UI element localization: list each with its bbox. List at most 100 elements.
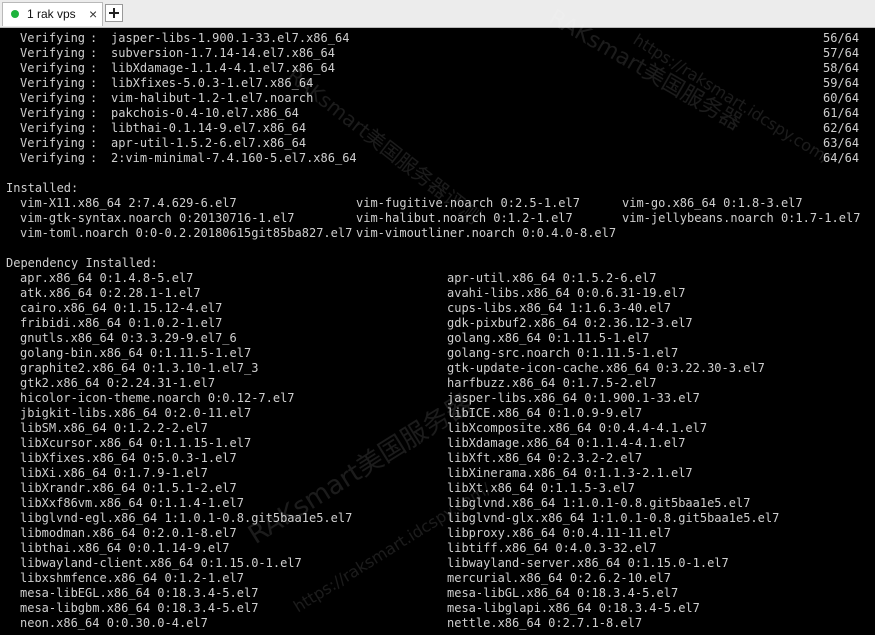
dependency-package: libtiff.x86_64 0:4.0.3-32.el7 [447, 541, 657, 555]
verify-package: subversion-1.7.14-14.el7.x86_64 [111, 46, 335, 60]
verify-line: Verifying: apr-util-1.5.2-6.el7.x86_64 63/… [6, 136, 866, 151]
verify-colon: : [90, 61, 98, 75]
dependency-package: libXinerama.x86_64 0:1.1.3-2.1.el7 [447, 466, 693, 480]
tab-rak-vps[interactable]: 1 rak vps × [2, 2, 103, 26]
verify-label: Verifying [20, 151, 86, 165]
dependency-package: mesa-libglapi.x86_64 0:18.3.4-5.el7 [447, 601, 700, 615]
installed-line: vim-X11.x86_64 2:7.4.629-6.el7 vim-fugiti… [6, 196, 866, 211]
dependency-line: cairo.x86_64 0:1.15.12-4.el7 cups-libs.x8… [6, 301, 866, 316]
dependency-line: libXxf86vm.x86_64 0:1.1.4-1.el7 libglvnd.… [6, 496, 866, 511]
verify-label: Verifying [20, 106, 86, 120]
verify-line: Verifying: subversion-1.7.14-14.el7.x86_6… [6, 46, 866, 61]
tab-close-icon[interactable]: × [89, 6, 97, 22]
verify-colon: : [90, 136, 98, 150]
dependency-line: apr.x86_64 0:1.4.8-5.el7 apr-util.x86_64 … [6, 271, 866, 286]
dependency-package: gnutls.x86_64 0:3.3.29-9.el7_6 [20, 331, 237, 345]
dependency-line: libwayland-client.x86_64 0:1.15.0-1.el7 l… [6, 556, 866, 571]
dependency-line: gnutls.x86_64 0:3.3.29-9.el7_6 golang.x86… [6, 331, 866, 346]
verify-package: libXdamage-1.1.4-4.1.el7.x86_64 [111, 61, 335, 75]
dependency-package: nettle.x86_64 0:2.7.1-8.el7 [447, 616, 643, 630]
verify-line: Verifying: libXfixes-5.0.3-1.el7.x86_64 59… [6, 76, 866, 91]
dependency-line: libXi.x86_64 0:1.7.9-1.el7 libXinerama.x8… [6, 466, 866, 481]
dependency-package: libglvnd-glx.x86_64 1:1.0.1-0.8.git5baa1… [447, 511, 780, 525]
dependency-package: libXdamage.x86_64 0:1.1.4-4.1.el7 [447, 436, 686, 450]
verify-progress: 62/64 [823, 121, 860, 135]
verify-label: Verifying [20, 76, 86, 90]
dependency-package: atk.x86_64 0:2.28.1-1.el7 [20, 286, 201, 300]
tab-bar: 1 rak vps × [0, 0, 875, 28]
verify-line: Verifying: libXdamage-1.1.4-4.1.el7.x86_6… [6, 61, 866, 76]
verify-line: Verifying: jasper-libs-1.900.1-33.el7.x86… [6, 31, 866, 46]
verify-progress: 59/64 [823, 76, 860, 90]
installed-line: vim-toml.noarch 0:0-0.2.20180615git85ba8… [6, 226, 866, 241]
dependency-package: libSM.x86_64 0:1.2.2-2.el7 [20, 421, 208, 435]
dependency-line: graphite2.x86_64 0:1.3.10-1.el7_3 gtk-upd… [6, 361, 866, 376]
dependency-line: mesa-libgbm.x86_64 0:18.3.4-5.el7 mesa-li… [6, 601, 866, 616]
verify-progress: 60/64 [823, 91, 860, 105]
new-tab-button[interactable] [105, 4, 123, 22]
dependency-package: jbigkit-libs.x86_64 0:2.0-11.el7 [20, 406, 252, 420]
dependency-package: gdk-pixbuf2.x86_64 0:2.36.12-3.el7 [447, 316, 693, 330]
dependency-line: fribidi.x86_64 0:1.0.2-1.el7 gdk-pixbuf2.… [6, 316, 866, 331]
verify-package: libXfixes-5.0.3-1.el7.x86_64 [111, 76, 314, 90]
dependency-package: mesa-libGL.x86_64 0:18.3.4-5.el7 [447, 586, 679, 600]
installed-package: vim-go.x86_64 0:1.8-3.el7 [622, 196, 803, 210]
verify-progress: 63/64 [823, 136, 860, 150]
verify-line: Verifying:2:vim-minimal-7.4.160-5.el7.x8… [6, 151, 866, 166]
terminal-output[interactable]: Verifying: jasper-libs-1.900.1-33.el7.x86… [0, 28, 875, 635]
dependency-package: libwayland-server.x86_64 0:1.15.0-1.el7 [447, 556, 729, 570]
verify-colon: : [90, 121, 98, 135]
verify-label: Verifying [20, 91, 86, 105]
dependency-line: jbigkit-libs.x86_64 0:2.0-11.el7 libICE.x… [6, 406, 866, 421]
verify-package: apr-util-1.5.2-6.el7.x86_64 [111, 136, 307, 150]
dependency-package: graphite2.x86_64 0:1.3.10-1.el7_3 [20, 361, 259, 375]
dependency-package: mercurial.x86_64 0:2.6.2-10.el7 [447, 571, 671, 585]
verify-package: 2:vim-minimal-7.4.160-5.el7.x86_64 [111, 151, 357, 165]
verify-progress: 58/64 [823, 61, 860, 75]
dependency-package: libwayland-client.x86_64 0:1.15.0-1.el7 [20, 556, 302, 570]
verify-progress: 61/64 [823, 106, 860, 120]
dependency-package: neon.x86_64 0:0.30.0-4.el7 [20, 616, 208, 630]
dependency-line: libXfixes.x86_64 0:5.0.3-1.el7 libXft.x86… [6, 451, 866, 466]
dependency-package: golang-src.noarch 0:1.11.5-1.el7 [447, 346, 679, 360]
verify-line: Verifying: libthai-0.1.14-9.el7.x86_64 62/… [6, 121, 866, 136]
dependency-package: libxshmfence.x86_64 0:1.2-1.el7 [20, 571, 244, 585]
dependency-package: jasper-libs.x86_64 0:1.900.1-33.el7 [447, 391, 700, 405]
installed-heading-text: Installed: [6, 181, 79, 195]
dependency-line: libmodman.x86_64 0:2.0.1-8.el7 libproxy.x… [6, 526, 866, 541]
dependency-package: libthai.x86_64 0:0.1.14-9.el7 [20, 541, 230, 555]
verify-colon: : [90, 46, 98, 60]
dependency-package: fribidi.x86_64 0:1.0.2-1.el7 [20, 316, 223, 330]
dependency-package: libXrandr.x86_64 0:1.5.1-2.el7 [20, 481, 237, 495]
installed-package: vim-halibut.noarch 0:1.2-1.el7 [356, 211, 573, 225]
installed-package: vim-fugitive.noarch 0:2.5-1.el7 [356, 196, 580, 210]
dependency-package: libXcursor.x86_64 0:1.1.15-1.el7 [20, 436, 252, 450]
installed-line: vim-gtk-syntax.noarch 0:20130716-1.el7 vi… [6, 211, 866, 226]
dependency-package: gtk-update-icon-cache.x86_64 0:3.22.30-3… [447, 361, 765, 375]
installed-heading: Installed: [6, 181, 866, 196]
dependency-package: mesa-libgbm.x86_64 0:18.3.4-5.el7 [20, 601, 259, 615]
dependency-package: gtk2.x86_64 0:2.24.31-1.el7 [20, 376, 216, 390]
dependency-package: libICE.x86_64 0:1.0.9-9.el7 [447, 406, 643, 420]
dependency-package: libXt.x86_64 0:1.1.5-3.el7 [447, 481, 635, 495]
verify-colon: : [90, 91, 98, 105]
verify-line: Verifying: pakchois-0.4-10.el7.x86_64 61/6… [6, 106, 866, 121]
installed-package: vim-jellybeans.noarch 0:1.7-1.el7 [622, 211, 861, 225]
dependency-package: libglvnd-egl.x86_64 1:1.0.1-0.8.git5baa1… [20, 511, 353, 525]
dependency-package: mesa-libEGL.x86_64 0:18.3.4-5.el7 [20, 586, 259, 600]
verify-line: Verifying: vim-halibut-1.2-1.el7.noarch 60… [6, 91, 866, 106]
verify-progress: 64/64 [823, 151, 860, 165]
verify-label: Verifying [20, 31, 86, 45]
dependency-line: gtk2.x86_64 0:2.24.31-1.el7 harfbuzz.x86_… [6, 376, 866, 391]
dependency-package: libXcomposite.x86_64 0:0.4.4-4.1.el7 [447, 421, 708, 435]
dependency-package: avahi-libs.x86_64 0:0.6.31-19.el7 [447, 286, 686, 300]
dependency-package: golang-bin.x86_64 0:1.11.5-1.el7 [20, 346, 252, 360]
dependency-package: libXft.x86_64 0:2.3.2-2.el7 [447, 451, 643, 465]
verify-progress: 57/64 [823, 46, 860, 60]
verify-package: vim-halibut-1.2-1.el7.noarch [111, 91, 314, 105]
dependency-line: mesa-libEGL.x86_64 0:18.3.4-5.el7 mesa-li… [6, 586, 866, 601]
installed-package: vim-vimoutliner.noarch 0:0.4.0-8.el7 [356, 226, 617, 240]
dependency-package: libXxf86vm.x86_64 0:1.1.4-1.el7 [20, 496, 244, 510]
verify-package: jasper-libs-1.900.1-33.el7.x86_64 [111, 31, 350, 45]
verify-progress: 56/64 [823, 31, 860, 45]
